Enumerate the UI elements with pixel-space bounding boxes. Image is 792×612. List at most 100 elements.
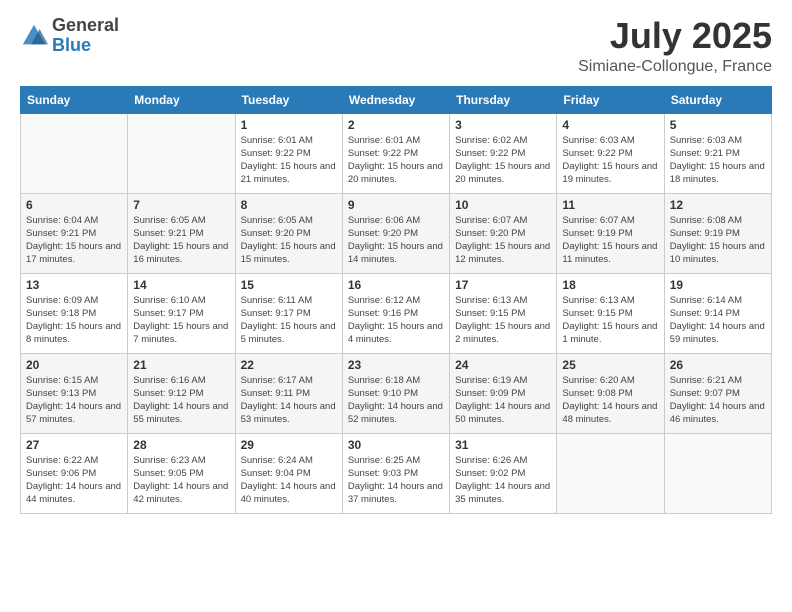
day-number: 22	[241, 358, 337, 372]
calendar-cell	[557, 433, 664, 513]
day-info: Sunrise: 6:26 AM Sunset: 9:02 PM Dayligh…	[455, 454, 551, 507]
day-info: Sunrise: 6:19 AM Sunset: 9:09 PM Dayligh…	[455, 374, 551, 427]
calendar-cell: 21 Sunrise: 6:16 AM Sunset: 9:12 PM Dayli…	[128, 353, 235, 433]
calendar-cell: 27 Sunrise: 6:22 AM Sunset: 9:06 PM Dayli…	[21, 433, 128, 513]
day-info: Sunrise: 6:22 AM Sunset: 9:06 PM Dayligh…	[26, 454, 122, 507]
col-friday: Friday	[557, 86, 664, 113]
day-number: 30	[348, 438, 444, 452]
col-wednesday: Wednesday	[342, 86, 449, 113]
calendar-week-5: 27 Sunrise: 6:22 AM Sunset: 9:06 PM Dayli…	[21, 433, 772, 513]
day-number: 4	[562, 118, 658, 132]
day-number: 11	[562, 198, 658, 212]
calendar-cell: 3 Sunrise: 6:02 AM Sunset: 9:22 PM Daylig…	[450, 113, 557, 193]
main-title: July 2025	[578, 16, 772, 56]
calendar-cell: 9 Sunrise: 6:06 AM Sunset: 9:20 PM Daylig…	[342, 193, 449, 273]
day-number: 31	[455, 438, 551, 452]
day-info: Sunrise: 6:21 AM Sunset: 9:07 PM Dayligh…	[670, 374, 766, 427]
calendar-cell: 2Sunrise: 6:01 AM Sunset: 9:22 PM Daylig…	[342, 113, 449, 193]
day-number: 19	[670, 278, 766, 292]
day-info: Sunrise: 6:17 AM Sunset: 9:11 PM Dayligh…	[241, 374, 337, 427]
day-info: Sunrise: 6:05 AM Sunset: 9:20 PM Dayligh…	[241, 214, 337, 267]
day-number: 9	[348, 198, 444, 212]
day-number: 14	[133, 278, 229, 292]
day-number: 15	[241, 278, 337, 292]
day-number: 27	[26, 438, 122, 452]
calendar-week-4: 20Sunrise: 6:15 AM Sunset: 9:13 PM Dayli…	[21, 353, 772, 433]
day-info: Sunrise: 6:07 AM Sunset: 9:19 PM Dayligh…	[562, 214, 658, 267]
day-info: Sunrise: 6:14 AM Sunset: 9:14 PM Dayligh…	[670, 294, 766, 347]
day-number: 12	[670, 198, 766, 212]
calendar-cell: 12 Sunrise: 6:08 AM Sunset: 9:19 PM Dayli…	[664, 193, 771, 273]
day-info: Sunrise: 6:10 AM Sunset: 9:17 PM Dayligh…	[133, 294, 229, 347]
calendar-cell: 13Sunrise: 6:09 AM Sunset: 9:18 PM Dayli…	[21, 273, 128, 353]
calendar-cell: 16Sunrise: 6:12 AM Sunset: 9:16 PM Dayli…	[342, 273, 449, 353]
calendar-cell	[21, 113, 128, 193]
day-info: Sunrise: 6:13 AM Sunset: 9:15 PM Dayligh…	[455, 294, 551, 347]
day-info: Sunrise: 6:18 AM Sunset: 9:10 PM Dayligh…	[348, 374, 444, 427]
calendar-cell: 8Sunrise: 6:05 AM Sunset: 9:20 PM Daylig…	[235, 193, 342, 273]
logo-blue: Blue	[52, 36, 119, 56]
day-number: 5	[670, 118, 766, 132]
day-number: 29	[241, 438, 337, 452]
day-info: Sunrise: 6:05 AM Sunset: 9:21 PM Dayligh…	[133, 214, 229, 267]
calendar-cell: 31 Sunrise: 6:26 AM Sunset: 9:02 PM Dayli…	[450, 433, 557, 513]
col-sunday: Sunday	[21, 86, 128, 113]
day-info: Sunrise: 6:07 AM Sunset: 9:20 PM Dayligh…	[455, 214, 551, 267]
calendar-cell: 7 Sunrise: 6:05 AM Sunset: 9:21 PM Daylig…	[128, 193, 235, 273]
calendar-cell: 25 Sunrise: 6:20 AM Sunset: 9:08 PM Dayli…	[557, 353, 664, 433]
calendar-body: 1Sunrise: 6:01 AM Sunset: 9:22 PM Daylig…	[21, 113, 772, 513]
calendar-table: Sunday Monday Tuesday Wednesday Thursday…	[20, 86, 772, 514]
day-number: 21	[133, 358, 229, 372]
day-number: 6	[26, 198, 122, 212]
day-number: 18	[562, 278, 658, 292]
day-info: Sunrise: 6:01 AM Sunset: 9:22 PM Dayligh…	[348, 134, 444, 187]
calendar-week-1: 1Sunrise: 6:01 AM Sunset: 9:22 PM Daylig…	[21, 113, 772, 193]
day-number: 17	[455, 278, 551, 292]
calendar-cell: 23 Sunrise: 6:18 AM Sunset: 9:10 PM Dayli…	[342, 353, 449, 433]
calendar-header: Sunday Monday Tuesday Wednesday Thursday…	[21, 86, 772, 113]
logo-text: General Blue	[52, 16, 119, 56]
calendar-cell: 26 Sunrise: 6:21 AM Sunset: 9:07 PM Dayli…	[664, 353, 771, 433]
day-number: 23	[348, 358, 444, 372]
day-number: 24	[455, 358, 551, 372]
calendar-page: General Blue July 2025 Simiane-Collongue…	[0, 0, 792, 612]
header-row: Sunday Monday Tuesday Wednesday Thursday…	[21, 86, 772, 113]
day-number: 7	[133, 198, 229, 212]
day-number: 10	[455, 198, 551, 212]
day-number: 28	[133, 438, 229, 452]
subtitle: Simiane-Collongue, France	[578, 58, 772, 76]
day-info: Sunrise: 6:03 AM Sunset: 9:21 PM Dayligh…	[670, 134, 766, 187]
calendar-cell: 24 Sunrise: 6:19 AM Sunset: 9:09 PM Dayli…	[450, 353, 557, 433]
day-info: Sunrise: 6:20 AM Sunset: 9:08 PM Dayligh…	[562, 374, 658, 427]
calendar-cell: 20Sunrise: 6:15 AM Sunset: 9:13 PM Dayli…	[21, 353, 128, 433]
day-info: Sunrise: 6:16 AM Sunset: 9:12 PM Dayligh…	[133, 374, 229, 427]
calendar-cell: 11 Sunrise: 6:07 AM Sunset: 9:19 PM Dayli…	[557, 193, 664, 273]
logo-icon	[20, 22, 48, 50]
calendar-cell	[128, 113, 235, 193]
calendar-cell: 5 Sunrise: 6:03 AM Sunset: 9:21 PM Daylig…	[664, 113, 771, 193]
day-info: Sunrise: 6:02 AM Sunset: 9:22 PM Dayligh…	[455, 134, 551, 187]
day-number: 3	[455, 118, 551, 132]
calendar-cell: 29Sunrise: 6:24 AM Sunset: 9:04 PM Dayli…	[235, 433, 342, 513]
calendar-cell: 30 Sunrise: 6:25 AM Sunset: 9:03 PM Dayli…	[342, 433, 449, 513]
calendar-cell: 19 Sunrise: 6:14 AM Sunset: 9:14 PM Dayli…	[664, 273, 771, 353]
day-info: Sunrise: 6:01 AM Sunset: 9:22 PM Dayligh…	[241, 134, 337, 187]
day-info: Sunrise: 6:23 AM Sunset: 9:05 PM Dayligh…	[133, 454, 229, 507]
calendar-cell: 28 Sunrise: 6:23 AM Sunset: 9:05 PM Dayli…	[128, 433, 235, 513]
col-monday: Monday	[128, 86, 235, 113]
day-info: Sunrise: 6:11 AM Sunset: 9:17 PM Dayligh…	[241, 294, 337, 347]
day-info: Sunrise: 6:06 AM Sunset: 9:20 PM Dayligh…	[348, 214, 444, 267]
day-info: Sunrise: 6:08 AM Sunset: 9:19 PM Dayligh…	[670, 214, 766, 267]
col-saturday: Saturday	[664, 86, 771, 113]
calendar-cell: 14 Sunrise: 6:10 AM Sunset: 9:17 PM Dayli…	[128, 273, 235, 353]
calendar-cell: 10 Sunrise: 6:07 AM Sunset: 9:20 PM Dayli…	[450, 193, 557, 273]
calendar-week-3: 13Sunrise: 6:09 AM Sunset: 9:18 PM Dayli…	[21, 273, 772, 353]
day-number: 25	[562, 358, 658, 372]
logo: General Blue	[20, 16, 119, 56]
calendar-week-2: 6 Sunrise: 6:04 AM Sunset: 9:21 PM Daylig…	[21, 193, 772, 273]
day-number: 26	[670, 358, 766, 372]
day-info: Sunrise: 6:25 AM Sunset: 9:03 PM Dayligh…	[348, 454, 444, 507]
day-info: Sunrise: 6:15 AM Sunset: 9:13 PM Dayligh…	[26, 374, 122, 427]
calendar-cell: 22 Sunrise: 6:17 AM Sunset: 9:11 PM Dayli…	[235, 353, 342, 433]
day-info: Sunrise: 6:04 AM Sunset: 9:21 PM Dayligh…	[26, 214, 122, 267]
